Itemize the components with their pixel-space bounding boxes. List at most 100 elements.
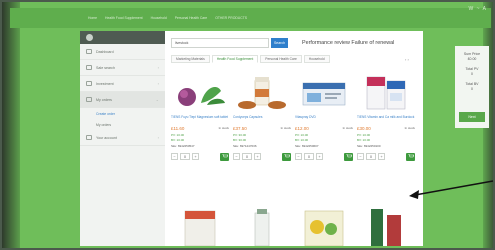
stock-status: In stock	[404, 126, 415, 130]
product-name[interactable]: TIENS Vitamin and Ca milk and Burdock	[357, 115, 415, 124]
increment-button[interactable]: +	[192, 153, 199, 160]
product-card[interactable]	[357, 203, 415, 246]
add-to-cart-button[interactable]	[220, 152, 229, 161]
summary-total-bv: Total BV 0	[465, 82, 479, 91]
add-to-cart-button[interactable]	[406, 152, 415, 161]
product-card[interactable]	[233, 203, 291, 247]
nav-link-other-products[interactable]: OTHER PRODUCTS	[215, 16, 247, 20]
add-to-cart-button[interactable]	[344, 152, 353, 161]
next-button[interactable]: Next	[459, 112, 485, 122]
product-pv: PV: 10.00	[357, 132, 371, 137]
category-tabs: Marketing Materials Health Food Suppleme…	[171, 55, 330, 63]
stock-status: In stock	[342, 126, 353, 130]
product-pv: PV: 30.00	[233, 132, 247, 137]
product-name[interactable]: TIENS Fuyu Tiepi Magnesium soft tablet	[171, 115, 229, 124]
quantity-input[interactable]: 0	[304, 153, 314, 160]
product-sku: Sku: 6942250547	[171, 143, 195, 148]
sidebar-item-label: Your account	[96, 135, 117, 140]
product-card: TIENS Fuyu Tiepi Magnesium soft tablet £…	[171, 73, 229, 187]
sidebar-item-label: Dashboard	[96, 49, 114, 54]
product-bottle-image	[371, 209, 401, 246]
quantity-input[interactable]: 0	[180, 153, 190, 160]
sidebar-header	[80, 31, 165, 44]
sidebar-subitem-create-order[interactable]: Create order	[80, 108, 165, 119]
herb-flower-image	[178, 87, 225, 106]
sidebar-item-your-account[interactable]: Your account ›	[80, 130, 165, 146]
decrement-button[interactable]: −	[357, 153, 364, 160]
quantity-input[interactable]: 0	[242, 153, 252, 160]
quantity-stepper: − 0 +	[233, 152, 291, 161]
product-card[interactable]	[171, 203, 229, 247]
nav-link-home[interactable]: Home	[88, 16, 97, 20]
product-image[interactable]	[295, 73, 353, 113]
nav-link-personal-care[interactable]: Personal Health Care	[175, 16, 207, 20]
cart-icon	[407, 154, 414, 158]
increment-button[interactable]: +	[254, 153, 261, 160]
product-box-image	[302, 82, 346, 106]
user-icon	[86, 135, 92, 140]
quantity-input[interactable]: 0	[366, 153, 376, 160]
main-content: livestock Search Performance review Fail…	[165, 31, 423, 247]
tab-household[interactable]: Household	[303, 55, 330, 63]
product-image[interactable]	[357, 73, 415, 113]
search-button[interactable]: Search	[271, 38, 288, 48]
product-bottle-image	[254, 209, 270, 247]
product-image[interactable]	[171, 73, 229, 113]
sidebar: Dashboard Sale search › Investment › My …	[80, 31, 165, 246]
product-bv: BV: 30.00	[233, 138, 247, 142]
product-card[interactable]	[295, 203, 353, 247]
increment-button[interactable]: +	[378, 153, 385, 160]
decrement-button[interactable]: −	[171, 153, 178, 160]
search-input[interactable]: livestock	[171, 38, 269, 48]
product-price: £37.50	[233, 126, 247, 131]
tab-personal-care[interactable]: Personal Health Care	[260, 55, 302, 63]
chevron-right-icon: ›	[157, 135, 159, 140]
summary-total-pv: Total PV 0	[465, 67, 479, 76]
product-bv: BV: 10.00	[171, 138, 185, 142]
product-bv: BV: 10.00	[295, 138, 309, 142]
product-grid-row-2	[171, 203, 415, 247]
product-image[interactable]	[233, 73, 291, 113]
nav-link-household[interactable]: Household	[151, 16, 167, 20]
order-summary-panel: Sum Price £0.00 Total PV 0 Total BV 0 Ne…	[455, 46, 489, 128]
quantity-stepper: − 0 +	[171, 152, 229, 161]
product-bv: BV: 10.00	[357, 138, 371, 142]
product-pv: PV: 10.00	[171, 132, 185, 137]
logo-icon[interactable]	[86, 34, 93, 41]
tab-health-food[interactable]: Health Food Supplement	[211, 55, 259, 63]
sidebar-item-my-orders[interactable]: My orders ⌄	[80, 92, 165, 108]
increment-button[interactable]: +	[316, 153, 323, 160]
sidebar-item-label: Sale search	[96, 65, 115, 70]
product-name[interactable]: Cordyceps Capsules	[233, 115, 291, 124]
sidebar-item-label: Investment	[96, 81, 114, 86]
product-sku: Sku: 6971247036	[233, 143, 257, 148]
dashboard-icon	[86, 49, 92, 54]
sidebar-subitem-my-orders[interactable]: My orders	[80, 119, 165, 130]
product-price: £11.60	[171, 126, 185, 131]
tab-scroll-arrows[interactable]: ‹ ›	[405, 57, 409, 62]
nav-link-health-food[interactable]: Health Food Supplement	[105, 16, 143, 20]
decrement-button[interactable]: −	[233, 153, 240, 160]
add-to-cart-button[interactable]	[282, 152, 291, 161]
sidebar-item-sale-search[interactable]: Sale search ›	[80, 60, 165, 76]
product-card: Cordyceps Capsules £37.50 In stock PV: 3…	[233, 73, 291, 187]
chevron-right-icon: ›	[157, 81, 159, 86]
decrement-button[interactable]: −	[295, 153, 302, 160]
cart-icon	[345, 154, 352, 158]
sidebar-item-dashboard[interactable]: Dashboard	[80, 44, 165, 60]
product-price: £12.00	[295, 126, 309, 131]
product-card: TIENS Vitamin and Ca milk and Burdock £3…	[357, 73, 415, 187]
cart-icon	[86, 97, 92, 102]
chart-icon	[86, 81, 92, 86]
capsule-bottle-image	[238, 77, 286, 109]
quantity-stepper: − 0 +	[357, 152, 415, 161]
product-pv: PV: 10.00	[295, 132, 309, 137]
product-price: £30.00	[357, 126, 371, 131]
product-card: Vitaspray DVD £12.00 In stock PV: 10.00 …	[295, 73, 353, 187]
sidebar-item-investment[interactable]: Investment ›	[80, 76, 165, 92]
product-name[interactable]: Vitaspray DVD	[295, 115, 353, 124]
chevron-down-icon: ⌄	[155, 97, 159, 102]
product-pack-image	[366, 76, 406, 110]
tab-marketing-materials[interactable]: Marketing Materials	[171, 55, 210, 63]
topbar-user-menu[interactable]: W ~ A	[469, 6, 487, 12]
